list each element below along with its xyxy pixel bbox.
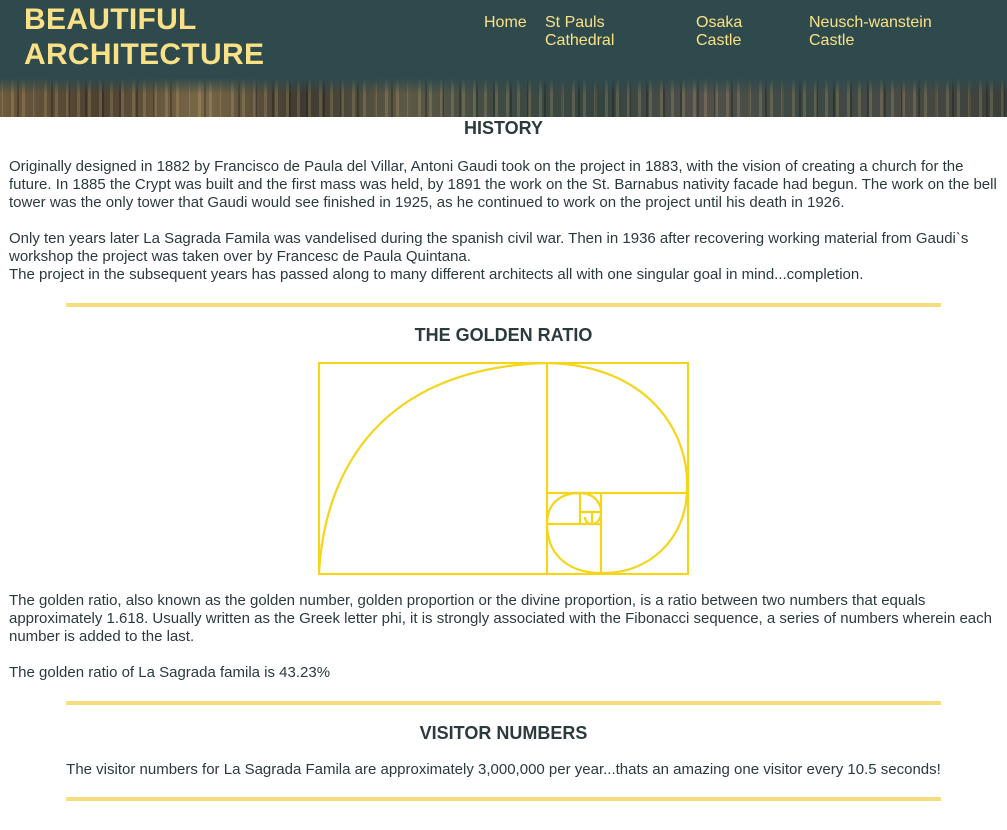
nav-st-pauls-line1: St Pauls xyxy=(545,14,605,31)
site-title-line2: ARCHITECTURE xyxy=(24,38,265,71)
golden-ratio-paragraph-2: The golden ratio of La Sagrada famila is… xyxy=(9,664,331,681)
header-banner-image xyxy=(0,78,1007,117)
nav-osaka-line2: Castle xyxy=(696,32,742,49)
nav-home-link[interactable]: Home xyxy=(484,14,527,32)
history-paragraph-1: Originally designed in 1882 by Francisco… xyxy=(9,158,997,211)
nav-osaka-link[interactable]: Osaka Castle xyxy=(696,14,742,50)
golden-ratio-title: THE GOLDEN RATIO xyxy=(414,325,593,345)
history-paragraph-3: The project in the subsequent years has … xyxy=(9,266,864,283)
visitor-title: VISITOR NUMBERS xyxy=(419,723,588,743)
golden-spiral-curve xyxy=(317,362,688,575)
visitor-section: VISITOR NUMBERS The visitor numbers for … xyxy=(0,723,1007,779)
site-title-line1: BEAUTIFUL xyxy=(24,3,197,36)
nav-st-pauls-line2: Cathedral xyxy=(545,32,615,49)
site-header: BEAUTIFUL ARCHITECTURE Home St Pauls Cat… xyxy=(0,0,1007,117)
site-title: BEAUTIFUL ARCHITECTURE xyxy=(24,2,264,72)
history-title: HISTORY xyxy=(463,118,543,138)
golden-ratio-section: THE GOLDEN RATIO The golden ratio, also … xyxy=(0,325,1007,682)
history-paragraph-2: Only ten years later La Sagrada Famila w… xyxy=(9,230,969,265)
section-divider-2 xyxy=(66,701,941,705)
visitor-text: The visitor numbers for La Sagrada Famil… xyxy=(66,761,941,778)
golden-ratio-figure-wrap xyxy=(0,362,1007,576)
golden-spiral-diagram xyxy=(317,362,689,576)
section-divider-3 xyxy=(66,797,941,801)
golden-outer-rectangle xyxy=(317,362,689,576)
nav-neuschwanstein-link[interactable]: Neusch-wanstein Castle xyxy=(809,14,932,50)
nav-st-pauls-link[interactable]: St Pauls Cathedral xyxy=(545,14,614,50)
section-divider xyxy=(66,303,941,307)
history-section: HISTORY Originally designed in 1882 by F… xyxy=(0,118,1007,284)
nav-neusch-line2: Castle xyxy=(809,32,855,49)
nav-neusch-line1: Neusch-wanstein xyxy=(809,14,932,31)
golden-ratio-paragraph-1: The golden ratio, also known as the gold… xyxy=(9,592,992,645)
nav-osaka-line1: Osaka xyxy=(696,14,743,31)
